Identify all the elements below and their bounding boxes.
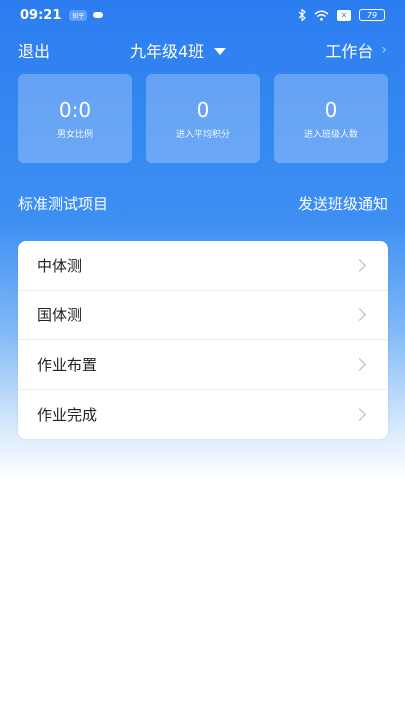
battery-icon: 79 (359, 9, 385, 21)
chevron-right-icon (353, 407, 366, 421)
stat-value: 0 (196, 97, 210, 122)
menu-item-homework-completion[interactable]: 作业完成 (18, 390, 388, 440)
x-icon: ✕ (337, 9, 351, 21)
class-name: 九年级4班 (130, 42, 205, 61)
menu-item-label: 中体测 (37, 256, 83, 275)
stats-row: 0:0 男女比例 0 进入平均积分 0 进入班级人数 (18, 74, 388, 164)
stat-label: 进入平均积分 (175, 129, 230, 140)
menu-item-label: 作业完成 (37, 405, 98, 424)
exit-button[interactable]: 退出 (18, 38, 50, 62)
section-title: 标准测试项目 (18, 194, 109, 213)
test-items-list: 中体测 国体测 作业布置 作业完成 (18, 241, 388, 439)
menu-item-national-test[interactable]: 国体测 (18, 291, 388, 340)
stat-label: 男女比例 (56, 129, 93, 140)
app-notification-icon: 知乎 (69, 9, 88, 21)
chevron-right-icon: › (381, 42, 387, 58)
section-header: 标准测试项目 发送班级通知 (18, 192, 388, 214)
class-selector[interactable]: 九年级4班 (130, 38, 227, 62)
menu-item-assign-homework[interactable]: 作业布置 (18, 340, 388, 390)
stat-card-average-score: 0 进入平均积分 (146, 74, 260, 163)
status-icons: ✕ 79 (298, 9, 385, 21)
status-bar: 09:21 知乎 ✕ 79 (0, 0, 405, 30)
workbench-label: 工作台 (325, 42, 374, 61)
status-time: 09:21 (20, 7, 62, 23)
caret-down-icon (214, 47, 227, 55)
stat-value: 0 (324, 97, 338, 122)
wifi-icon (314, 10, 329, 21)
stat-card-class-count: 0 进入班级人数 (274, 74, 388, 163)
chevron-right-icon (353, 308, 366, 322)
send-class-notice-button[interactable]: 发送班级通知 (298, 193, 388, 214)
cloud-icon (93, 12, 104, 18)
stat-value: 0:0 (58, 97, 92, 122)
chevron-right-icon (353, 357, 366, 371)
header: 退出 九年级4班 工作台 › (0, 38, 405, 64)
menu-item-label: 国体测 (37, 306, 83, 325)
stat-card-gender-ratio: 0:0 男女比例 (18, 74, 132, 163)
chevron-right-icon (353, 258, 366, 272)
bluetooth-icon (298, 9, 306, 21)
stat-label: 进入班级人数 (303, 129, 358, 140)
workbench-button[interactable]: 工作台 › (325, 38, 387, 62)
menu-item-middle-school-test[interactable]: 中体测 (18, 241, 388, 291)
menu-item-label: 作业布置 (37, 355, 98, 374)
